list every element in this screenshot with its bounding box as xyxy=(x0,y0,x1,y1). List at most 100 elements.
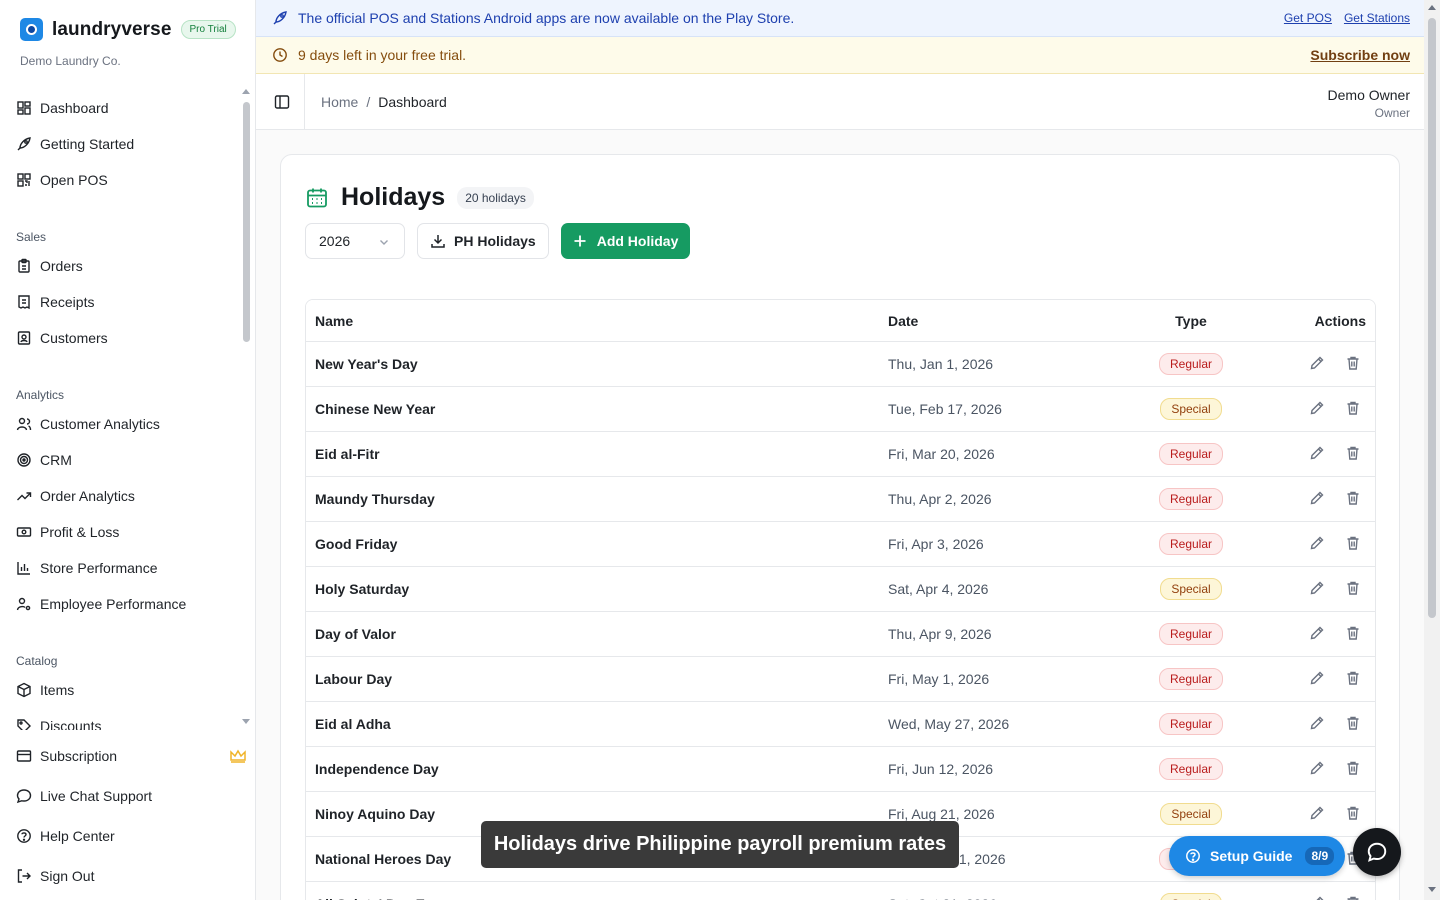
year-select-value: 2026 xyxy=(319,233,351,249)
delete-icon[interactable] xyxy=(1345,805,1361,824)
table-row[interactable]: Day of Valor Thu, Apr 9, 2026 Regular xyxy=(306,612,1375,657)
sidebar-item-items[interactable]: Items xyxy=(0,672,240,708)
table-row[interactable]: All Saints' Day EveSat, Oct 31, 2026 Spec… xyxy=(306,882,1375,900)
edit-icon[interactable] xyxy=(1309,535,1325,554)
holiday-name: Labour Day xyxy=(315,671,393,687)
sidebar-scrollbar[interactable] xyxy=(243,102,250,342)
delete-icon[interactable] xyxy=(1345,490,1361,509)
chat-bubble-icon xyxy=(16,789,32,804)
holiday-date: Wed, May 27, 2026 xyxy=(888,716,1010,732)
sidebar-item-employee-performance[interactable]: Employee Performance xyxy=(0,586,240,622)
edit-icon[interactable] xyxy=(1309,400,1325,419)
sidebar-toggle-icon[interactable] xyxy=(274,94,290,110)
holiday-type-badge: Regular xyxy=(1158,443,1224,465)
sidebar-item-live-chat-support[interactable]: Live Chat Support xyxy=(0,776,255,816)
holiday-name: All Saints' Day Eve xyxy=(306,896,879,900)
scroll-down-icon[interactable] xyxy=(1428,887,1436,892)
holiday-date: Fri, May 1, 2026 xyxy=(888,671,990,687)
sidebar-item-order-analytics[interactable]: Order Analytics xyxy=(0,478,240,514)
setup-guide-button[interactable]: Setup Guide 8/9 xyxy=(1169,836,1345,876)
main-scrollbar[interactable] xyxy=(1424,0,1440,900)
table-row[interactable]: Independence Day Fri, Jun 12, 2026 Regular xyxy=(306,747,1375,792)
sidebar-item-customers[interactable]: Customers xyxy=(0,320,240,356)
delete-icon[interactable] xyxy=(1345,400,1361,419)
delete-icon[interactable] xyxy=(1345,760,1361,779)
sidebar-item-crm[interactable]: CRM xyxy=(0,442,240,478)
get-pos-link[interactable]: Get POS xyxy=(1284,11,1332,25)
sidebar-item-subscription[interactable]: Subscription xyxy=(0,736,255,776)
edit-icon[interactable] xyxy=(1309,895,1325,900)
holiday-type-cell: Regular xyxy=(1131,758,1251,780)
year-select[interactable]: 2026 xyxy=(305,223,405,259)
chat-launcher-button[interactable] xyxy=(1353,828,1401,876)
edit-icon[interactable] xyxy=(1309,445,1325,464)
sidebar-item-getting-started[interactable]: Getting Started xyxy=(0,126,240,162)
table-row[interactable]: Maundy Thursday Thu, Apr 2, 2026 Regular xyxy=(306,477,1375,522)
brand-name: laundryverse xyxy=(52,18,172,40)
holiday-name: Independence Day xyxy=(315,761,439,777)
ph-holidays-button[interactable]: PH Holidays xyxy=(417,223,549,259)
users-icon xyxy=(16,417,32,431)
delete-icon[interactable] xyxy=(1345,895,1361,900)
sidebar-item-store-performance[interactable]: Store Performance xyxy=(0,550,240,586)
edit-icon[interactable] xyxy=(1309,670,1325,689)
holiday-name: Good Friday xyxy=(315,536,398,552)
main-scrollbar-thumb[interactable] xyxy=(1428,18,1436,618)
dashboard-icon xyxy=(17,101,31,115)
tag-icon xyxy=(17,719,31,730)
edit-icon[interactable] xyxy=(1309,715,1325,734)
add-holiday-button[interactable]: Add Holiday xyxy=(560,223,691,259)
ph-holidays-label: PH Holidays xyxy=(454,233,536,249)
breadcrumb-home[interactable]: Home xyxy=(321,94,358,110)
user-role: Owner xyxy=(1374,106,1410,120)
holiday-type-badge: Special xyxy=(1160,893,1222,900)
table-row[interactable]: Chinese New Year Tue, Feb 17, 2026 Special xyxy=(306,387,1375,432)
edit-icon[interactable] xyxy=(1309,760,1325,779)
get-stations-link[interactable]: Get Stations xyxy=(1344,11,1410,25)
holiday-count-badge: 20 holidays xyxy=(457,186,534,209)
table-row[interactable]: New Year's Day Thu, Jan 1, 2026 Regular xyxy=(306,342,1375,387)
sidebar-item-open-pos[interactable]: Open POS xyxy=(0,162,240,198)
sidebar-item-label: Customer Analytics xyxy=(40,416,160,432)
delete-icon[interactable] xyxy=(1345,445,1361,464)
sidebar-item-sign-out[interactable]: Sign Out xyxy=(0,856,255,896)
sidebar-scroll-up-icon[interactable] xyxy=(242,89,250,94)
sidebar-item-discounts[interactable]: Discounts xyxy=(0,708,240,730)
delete-icon[interactable] xyxy=(1345,535,1361,554)
table-row[interactable]: Holy Saturday Sat, Apr 4, 2026 Special xyxy=(306,567,1375,612)
sidebar-item-label: Getting Started xyxy=(40,136,135,152)
subscribe-now-link[interactable]: Subscribe now xyxy=(1310,47,1410,63)
sidebar-item-help-center[interactable]: Help Center xyxy=(0,816,255,856)
row-actions xyxy=(1251,895,1375,900)
sidebar-item-customer-analytics[interactable]: Customer Analytics xyxy=(0,406,240,442)
delete-icon[interactable] xyxy=(1345,715,1361,734)
delete-icon[interactable] xyxy=(1345,625,1361,644)
sidebar-item-profit-loss[interactable]: Profit & Loss xyxy=(0,514,240,550)
edit-icon[interactable] xyxy=(1309,580,1325,599)
delete-icon[interactable] xyxy=(1345,580,1361,599)
edit-icon[interactable] xyxy=(1309,625,1325,644)
table-row[interactable]: Good Friday Fri, Apr 3, 2026 Regular xyxy=(306,522,1375,567)
scroll-up-icon[interactable] xyxy=(1428,5,1436,10)
delete-icon[interactable] xyxy=(1345,670,1361,689)
holiday-type-cell: Special xyxy=(1131,398,1251,420)
sidebar-item-dashboard[interactable]: Dashboard xyxy=(0,90,240,126)
breadcrumb-current: Dashboard xyxy=(378,94,447,110)
sidebar-scroll-down-icon[interactable] xyxy=(242,719,250,724)
edit-icon[interactable] xyxy=(1309,490,1325,509)
column-header-date: Date xyxy=(888,312,919,329)
table-row[interactable]: Eid al-Fitr Fri, Mar 20, 2026 Regular xyxy=(306,432,1375,477)
brand[interactable]: laundryverse Pro Trial xyxy=(20,18,236,41)
edit-icon[interactable] xyxy=(1309,355,1325,374)
holiday-type-badge: Regular xyxy=(1158,668,1224,690)
page-title: Holidays xyxy=(341,183,446,211)
sidebar-item-label: Store Performance xyxy=(40,560,158,576)
user-menu[interactable]: Demo Owner Owner xyxy=(1328,87,1410,120)
sidebar-item-receipts[interactable]: Receipts xyxy=(0,284,240,320)
download-icon xyxy=(431,235,445,248)
edit-icon[interactable] xyxy=(1309,805,1325,824)
table-row[interactable]: Labour Day Fri, May 1, 2026 Regular xyxy=(306,657,1375,702)
delete-icon[interactable] xyxy=(1345,355,1361,374)
table-row[interactable]: Eid al Adha Wed, May 27, 2026 Regular xyxy=(306,702,1375,747)
sidebar-item-orders[interactable]: Orders xyxy=(0,248,240,284)
